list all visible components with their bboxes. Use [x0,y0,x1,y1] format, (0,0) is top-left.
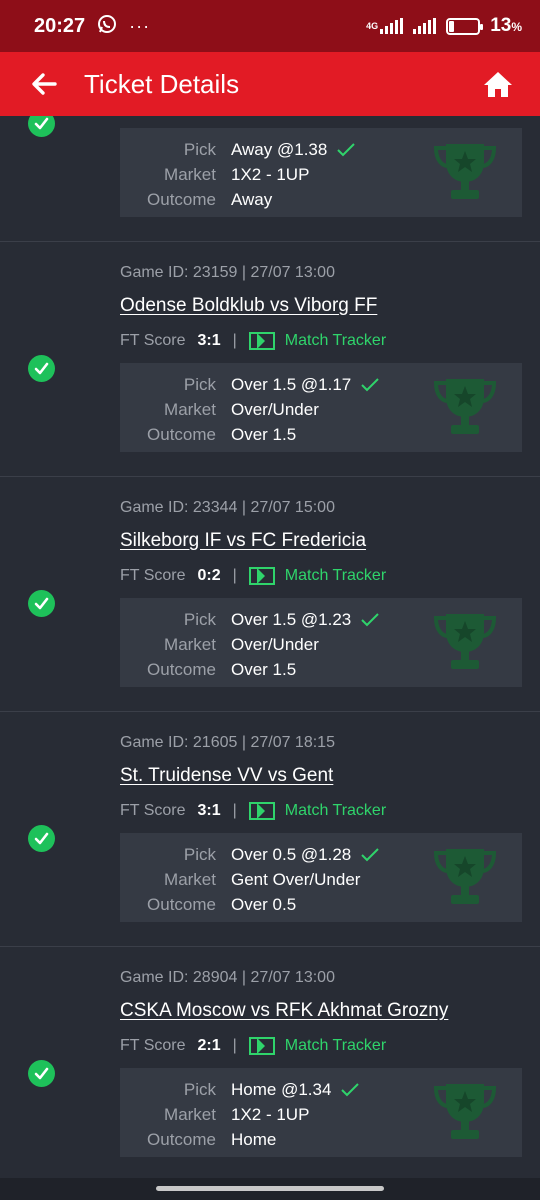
network-type: 4G [366,20,379,31]
match-teams-link[interactable]: CSKA Moscow vs RFK Akhmat Grozny [120,1000,448,1022]
checkmark-icon [361,378,379,392]
game-id: Game ID: 23159 | 27/07 13:00 [120,264,335,281]
outcome-value: Away [231,190,273,209]
match-tracker-button[interactable]: Match Tracker [248,332,386,350]
pick-value: Home @1.34 [231,1080,332,1099]
whatsapp-icon [97,14,117,39]
pick-label: Pick [183,845,216,864]
ft-score-label: FT Score [120,567,186,584]
game-item: Game ID: 28904 | 27/07 13:00 CSKA Moscow… [0,947,540,1178]
checkmark-icon [361,613,379,627]
ft-score-label: FT Score [120,802,186,819]
game-item: Pick Away @1.38 Market 1X2 - 1UP Outcome Aw… [0,116,540,242]
match-tracker-button[interactable]: Match Tracker [248,567,386,585]
ft-score-value: 2:1 [197,1037,221,1054]
home-gesture-handle[interactable] [156,1186,384,1191]
ft-score-label: FT Score [120,1037,186,1054]
market-value: 1X2 - 1UP [231,165,310,184]
outcome-label: Outcome [147,660,216,679]
checkmark-icon [341,1083,360,1097]
ft-score-value: 0:2 [197,567,221,584]
checkmark-icon [361,848,379,862]
pick-label: Pick [183,140,216,159]
battery-icon [446,17,484,35]
game-item: Game ID: 23159 | 27/07 13:00 Odense Bold… [0,242,540,477]
game-id: Game ID: 23344 | 27/07 15:00 [120,499,335,516]
pitch-icon [248,802,275,820]
battery-percent: 13% [490,15,522,36]
market-label: Market [164,400,216,419]
ft-score-label: FT Score [120,332,186,349]
pick-value: Over 0.5 @1.28 [231,845,352,864]
match-tracker-button[interactable]: Match Tracker [248,802,386,820]
market-label: Market [164,165,216,184]
trophy-icon [433,379,497,434]
checkmark-icon [337,143,356,157]
market-label: Market [164,635,216,654]
pick-value: Away @1.38 [231,140,328,159]
bet-details-card: Pick Away @1.38 Market 1X2 - 1UP Outcome Aw… [120,128,522,217]
outcome-label: Outcome [147,1130,216,1149]
status-time: 20:27 [34,14,86,37]
market-value: Gent Over/Under [231,870,361,889]
trophy-icon [433,849,497,904]
app-bar: Ticket Details [0,52,540,116]
outcome-label: Outcome [147,895,216,914]
back-button[interactable] [24,64,64,104]
pick-value: Over 1.5 @1.23 [231,610,352,629]
pick-value: Over 1.5 @1.17 [231,375,352,394]
check-circle-icon [28,355,55,382]
outcome-value: Over 1.5 [231,425,297,444]
check-circle-icon [28,825,55,852]
match-teams-link[interactable]: Odense Boldklub vs Viborg FF [120,295,377,317]
bet-details-card: Pick Over 1.5 @1.23 Market Over/Under Outc… [120,598,522,687]
pick-label: Pick [183,610,216,629]
pitch-icon [248,332,275,350]
gesture-nav-bar [0,1178,540,1200]
status-bar: 20:27 ··· 4G 13% [0,0,540,52]
game-id: Game ID: 21605 | 27/07 18:15 [120,734,335,751]
outcome-value: Over 0.5 [231,895,297,914]
match-tracker-button[interactable]: Match Tracker [248,1037,386,1055]
outcome-value: Over 1.5 [231,660,297,679]
pitch-icon [248,567,275,585]
game-id: Game ID: 28904 | 27/07 13:00 [120,969,335,986]
trophy-icon [433,144,497,199]
match-teams-link[interactable]: Silkeborg IF vs FC Fredericia [120,530,366,552]
game-item: Game ID: 23344 | 27/07 15:00 Silkeborg I… [0,477,540,712]
signal-icon [380,18,404,34]
check-circle-icon [28,116,55,137]
more-notifications-icon: ··· [129,15,151,36]
home-icon [484,72,512,97]
check-circle-icon [28,590,55,617]
game-list: Pick Away @1.38 Market 1X2 - 1UP Outcome Aw… [0,116,540,1178]
signal-icon-sim2 [413,18,437,34]
bet-details-card: Pick Over 1.5 @1.17 Market Over/Under Outc… [120,363,522,452]
bet-details-card: Pick Over 0.5 @1.28 Market Gent Over/Under… [120,833,522,922]
pick-label: Pick [183,1080,216,1099]
outcome-label: Outcome [147,190,216,209]
ft-score-value: 3:1 [197,802,221,819]
home-button[interactable] [478,64,518,104]
match-teams-link[interactable]: St. Truidense VV vs Gent [120,765,333,787]
market-value: 1X2 - 1UP [231,1105,310,1124]
outcome-value: Home [231,1130,277,1149]
page-title: Ticket Details [84,68,240,99]
arrow-left-icon [32,73,57,95]
market-label: Market [164,1105,216,1124]
pitch-icon [248,1037,275,1055]
bet-details-card: Pick Home @1.34 Market 1X2 - 1UP Outcome Ho… [120,1068,522,1157]
pick-label: Pick [183,375,216,394]
game-item: Game ID: 21605 | 27/07 18:15 St. Truiden… [0,712,540,947]
check-circle-icon [28,1060,55,1087]
ft-score-value: 3:1 [197,332,221,349]
trophy-icon [433,614,497,669]
market-value: Over/Under [231,400,319,419]
trophy-icon [433,1084,497,1139]
market-value: Over/Under [231,635,319,654]
market-label: Market [164,870,216,889]
outcome-label: Outcome [147,425,216,444]
